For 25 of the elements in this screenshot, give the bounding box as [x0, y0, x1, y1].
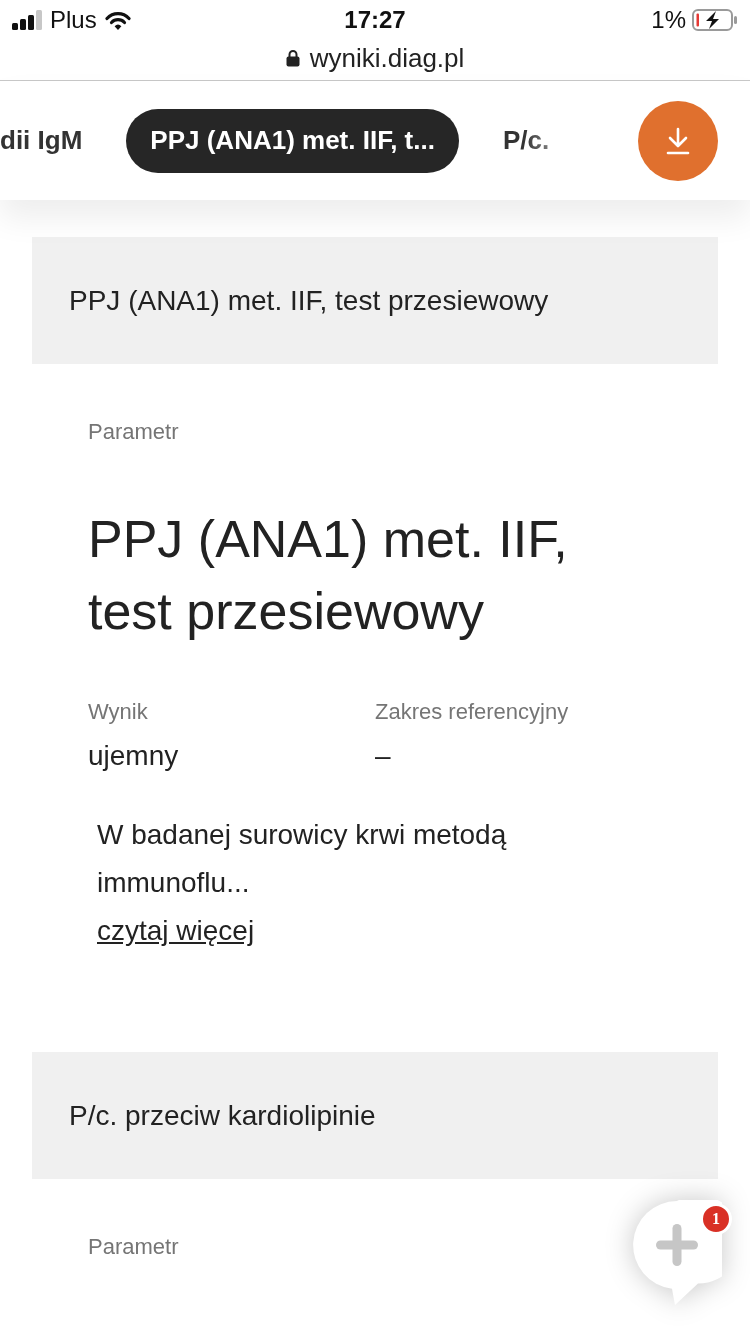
carrier-name: Plus	[50, 6, 97, 34]
signal-icon	[12, 10, 42, 30]
section-header: PPJ (ANA1) met. IIF, test przesiewowy	[32, 237, 718, 364]
reference-range-label: Zakres referencyjny	[375, 698, 570, 726]
clock-time: 17:27	[344, 6, 406, 34]
reference-range-value: –	[375, 739, 392, 773]
lock-icon	[285, 49, 300, 67]
plus-icon	[656, 1224, 698, 1266]
battery-percent: 1%	[651, 6, 686, 34]
wifi-icon	[104, 10, 131, 30]
chat-button[interactable]: 1	[632, 1199, 732, 1306]
section-header: P/c. przeciw kardiolipinie	[32, 1052, 718, 1179]
parameter-label: Parametr	[88, 1233, 180, 1261]
read-more-link[interactable]: czytaj więcej	[97, 915, 255, 946]
url-text[interactable]: wyniki.diag.pl	[309, 43, 465, 73]
notification-badge: 1	[700, 1203, 732, 1235]
parameter-label: Parametr	[88, 418, 180, 446]
tab[interactable]: P/c.	[478, 108, 574, 173]
tab[interactable]: PPJ (ANA1) met. IIF, t...	[126, 108, 459, 173]
result-label: Wynik	[88, 698, 149, 726]
parameter-name: PPJ (ANA1) met. IIF, test przesiewowy	[88, 509, 569, 642]
battery-charging-icon	[692, 9, 738, 31]
tab[interactable]: dii IgM	[0, 108, 107, 173]
result-description: W badanej surowicy krwi metodą immunoflu...	[97, 818, 508, 900]
result-value: ujemny	[88, 739, 180, 773]
